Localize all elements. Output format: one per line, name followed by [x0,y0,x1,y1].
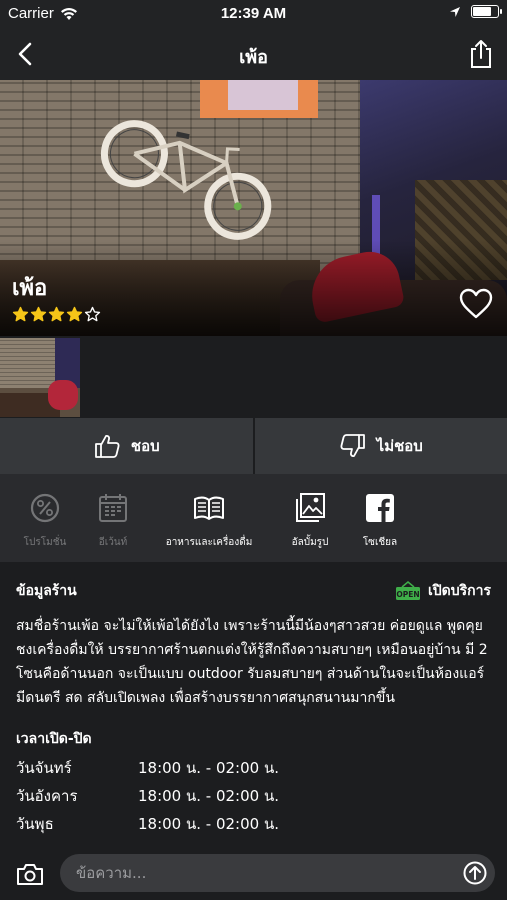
message-composer [0,848,507,900]
hours-time: 18:00 น. - 02:00 น. [138,787,279,805]
page-title: เพ้อ [239,47,268,68]
menu-item-promotion[interactable]: โปรโมชั่น [6,474,84,562]
battery-icon [471,5,502,18]
open-status-badge: OPEN เปิดบริการ [394,580,491,602]
dislike-button[interactable]: ไม่ชอบ [254,418,507,474]
photo-thumbnail-strip [0,336,507,418]
status-time: 12:39 AM [220,5,287,22]
location-arrow-icon [450,6,460,17]
hours-row: วันอังคาร 18:00 น. - 02:00 น. [16,784,491,808]
menu-label: โปรโมชั่น [23,537,67,548]
thumbs-down-icon [340,434,365,457]
thumb-pillow [48,380,78,410]
restaurant-description: สมชื่อร้านเพ้อ จะไม่ให้เพ้อได้ยังไง เพรา… [16,618,488,706]
star-filled-icon [30,306,47,322]
menu-label: อาหารและเครื่องดื่ม [165,537,253,548]
dislike-label: ไม่ชอบ [376,437,423,455]
restaurant-name: เพ้อ [12,276,48,301]
rating-stars [12,306,101,323]
thumbs-up-icon [94,435,120,458]
menu-item-social[interactable]: โซเชียล [344,474,416,562]
percent-icon [30,493,60,523]
hours-row: วันจันทร์ 18:00 น. - 02:00 น. [16,756,491,780]
restaurant-info-section: ข้อมูลร้าน OPEN เปิดบริการ สมชื่อร้านเพ้… [0,562,507,848]
share-icon[interactable] [467,38,495,70]
star-filled-icon [48,306,65,322]
open-status-label: เปิดบริการ [427,583,491,599]
facebook-icon [366,494,394,522]
restaurant-hero-image[interactable]: เพ้อ [0,80,507,336]
menu-label: อัลบั้มรูป [291,537,329,548]
hours-day: วันอังคาร [16,787,78,805]
feature-menu: โปรโมชั่น อีเว้นท์ อาหารและเครื่องดื่ม อ… [0,474,507,562]
menu-item-photo-album[interactable]: อัลบั้มรูป [276,474,344,562]
photo-album-icon [296,493,325,522]
menu-label: อีเว้นท์ [98,537,128,548]
menu-item-event[interactable]: อีเว้นท์ [84,474,142,562]
heart-outline-icon[interactable] [459,288,493,320]
calendar-icon [99,494,127,522]
thumb-wall [0,338,60,388]
hours-title: เวลาเปิด-ปิด [16,731,92,747]
camera-icon[interactable] [16,862,44,886]
reaction-row: ชอบ ไม่ชอบ [0,418,507,474]
hours-time: 18:00 น. - 02:00 น. [138,815,279,833]
hours-day: วันจันทร์ [16,759,72,777]
hours-day: วันพุธ [16,815,54,833]
photo-thumbnail[interactable] [0,338,80,417]
battery-level [473,7,492,16]
star-filled-icon [66,306,83,322]
menu-label: โซเชียล [362,537,398,548]
star-outline-icon [84,306,101,322]
message-input[interactable] [60,854,495,892]
svg-text:OPEN: OPEN [396,590,419,599]
navigation-bar: เพ้อ [0,28,507,80]
info-section-title: ข้อมูลร้าน [16,583,77,599]
send-icon[interactable] [463,861,487,885]
hours-time: 18:00 น. - 02:00 น. [138,759,279,777]
like-label: ชอบ [130,437,160,455]
hours-row: วันพุธ 18:00 น. - 02:00 น. [16,812,491,836]
status-bar: Carrier 12:39 AM [0,0,507,28]
open-sign-icon: OPEN [395,581,420,600]
book-icon [194,496,224,520]
star-filled-icon [12,306,29,322]
menu-item-food-drinks[interactable]: อาหารและเครื่องดื่ม [142,474,276,562]
like-button[interactable]: ชอบ [0,418,253,474]
